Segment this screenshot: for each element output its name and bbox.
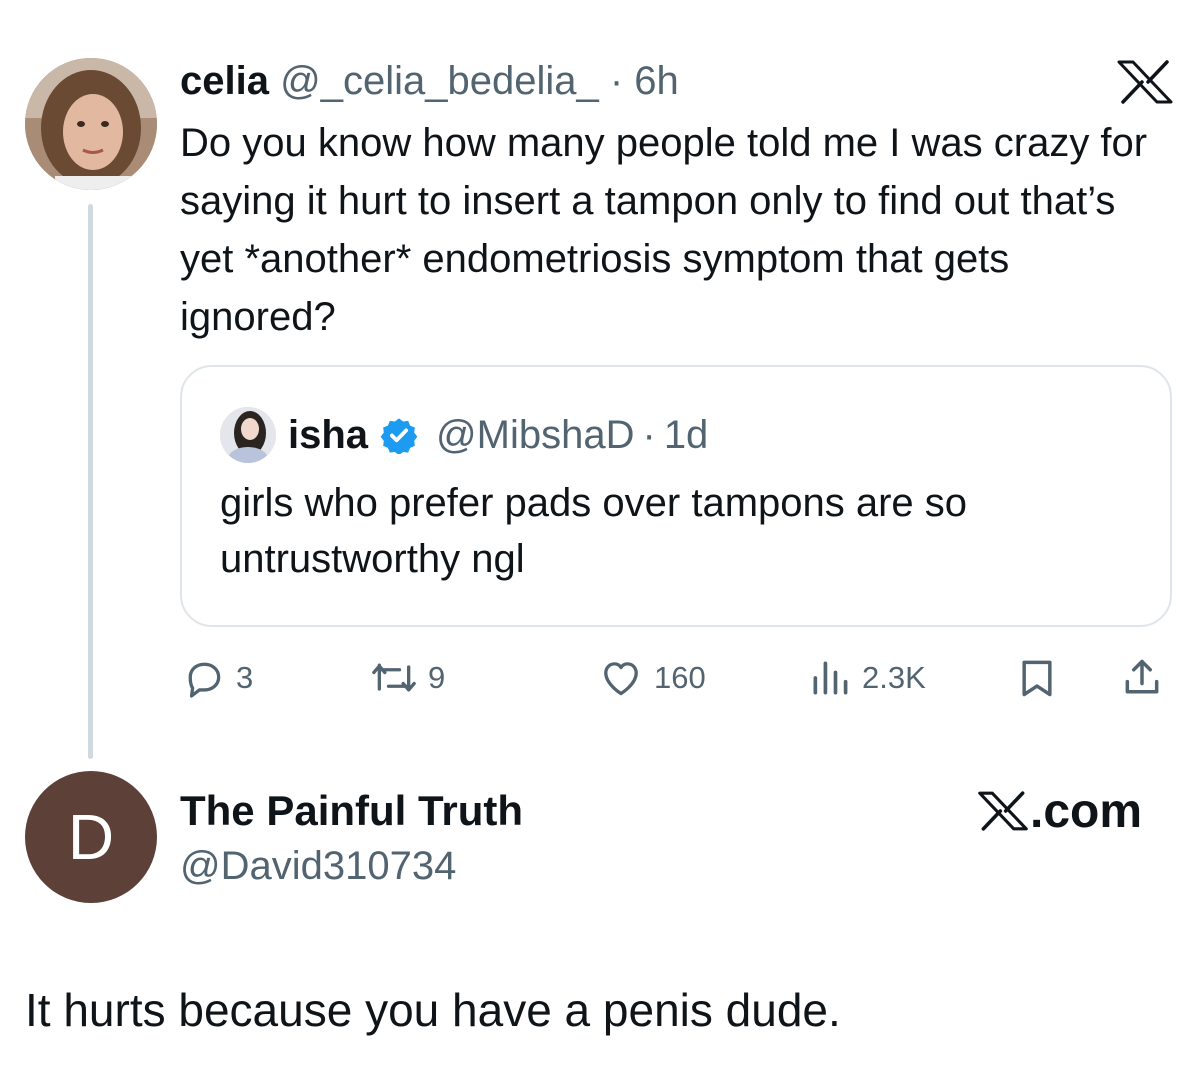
like-button[interactable]: 160 (598, 650, 706, 706)
tweet-text: Do you know how many people told me I wa… (180, 121, 1148, 339)
separator-dot: · (609, 59, 624, 103)
tweet-action-bar: 3 9 160 2.3K (0, 650, 1200, 706)
quote-author-handle[interactable]: @MibshaD (436, 407, 634, 463)
repost-icon (372, 663, 416, 692)
views-button[interactable]: 2.3K (808, 650, 926, 706)
author-handle[interactable]: @_celia_bedelia_ (280, 59, 599, 103)
verified-badge-icon (380, 418, 418, 454)
repost-count: 9 (428, 660, 446, 695)
quote-tweet-text: girls who prefer pads over tampons are s… (220, 481, 968, 581)
reply-author-handle[interactable]: @David310734 (180, 840, 456, 892)
reply-author-name[interactable]: The Painful Truth (180, 785, 523, 837)
quote-timestamp[interactable]: 1d (664, 407, 709, 463)
x-logo-icon[interactable] (1117, 60, 1173, 104)
quote-tweet-card[interactable]: isha @MibshaD · 1d girls who prefer pads… (180, 365, 1172, 627)
x-logo-small-icon (978, 791, 1028, 831)
bookmark-icon (1022, 660, 1052, 697)
x-com-watermark: .com (978, 783, 1142, 839)
view-count: 2.3K (862, 660, 926, 695)
share-button[interactable] (1120, 650, 1164, 706)
repost-button[interactable]: 9 (370, 650, 445, 706)
avatar-photo (25, 58, 157, 190)
quote-author-avatar (220, 407, 276, 463)
author-avatar[interactable] (25, 58, 157, 190)
reply-icon (188, 662, 221, 698)
tweet-header: celia @_celia_bedelia_ · 6h (180, 55, 679, 107)
quote-separator-dot: · (642, 413, 656, 457)
author-name[interactable]: celia (180, 59, 269, 103)
reply-text: It hurts because you have a penis dude. (25, 984, 841, 1036)
views-icon (813, 661, 848, 695)
tweet-timestamp[interactable]: 6h (634, 59, 679, 103)
reply-count: 3 (236, 660, 254, 695)
quote-author-name[interactable]: isha (288, 407, 368, 463)
quote-avatar-photo (220, 407, 276, 463)
bookmark-button[interactable] (1015, 650, 1059, 706)
reply-author-avatar[interactable]: D (25, 771, 157, 903)
share-icon (1125, 659, 1159, 694)
like-count: 160 (654, 660, 706, 695)
quote-header: isha @MibshaD · 1d (288, 407, 708, 463)
like-icon (604, 662, 638, 696)
site-label: .com (1030, 784, 1143, 838)
reply-button[interactable]: 3 (182, 650, 253, 706)
